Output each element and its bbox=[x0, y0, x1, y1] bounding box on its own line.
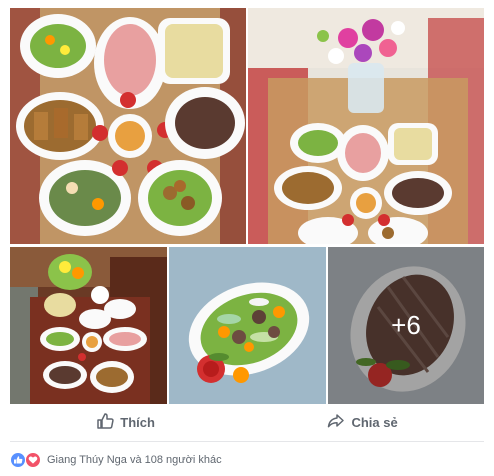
reactions-summary[interactable]: Giang Thúy Nga và 108 người khác bbox=[10, 450, 222, 470]
food-photo-sliced-meat[interactable]: +6 bbox=[328, 247, 484, 404]
food-photo-table-with-flowers[interactable] bbox=[248, 8, 484, 244]
share-arrow-icon bbox=[327, 412, 345, 433]
share-label: Chia sẻ bbox=[351, 415, 398, 430]
food-photo-full-table[interactable] bbox=[10, 247, 167, 404]
love-reaction-icon bbox=[25, 452, 41, 468]
more-photos-count[interactable]: +6 bbox=[328, 247, 484, 404]
food-photo-table-overhead[interactable] bbox=[10, 8, 246, 244]
photo-gallery: +6 bbox=[0, 0, 494, 404]
post-actions-bar: Thích Chia sẻ bbox=[10, 404, 484, 442]
thumbs-up-icon bbox=[96, 412, 114, 433]
like-reaction-icon bbox=[10, 452, 26, 468]
reactions-names: Giang Thúy Nga và 108 người khác bbox=[47, 454, 222, 466]
food-photo-vegetable-dish[interactable] bbox=[169, 247, 326, 404]
like-label: Thích bbox=[120, 415, 155, 430]
like-button[interactable]: Thích bbox=[86, 406, 165, 439]
share-button[interactable]: Chia sẻ bbox=[317, 406, 407, 439]
